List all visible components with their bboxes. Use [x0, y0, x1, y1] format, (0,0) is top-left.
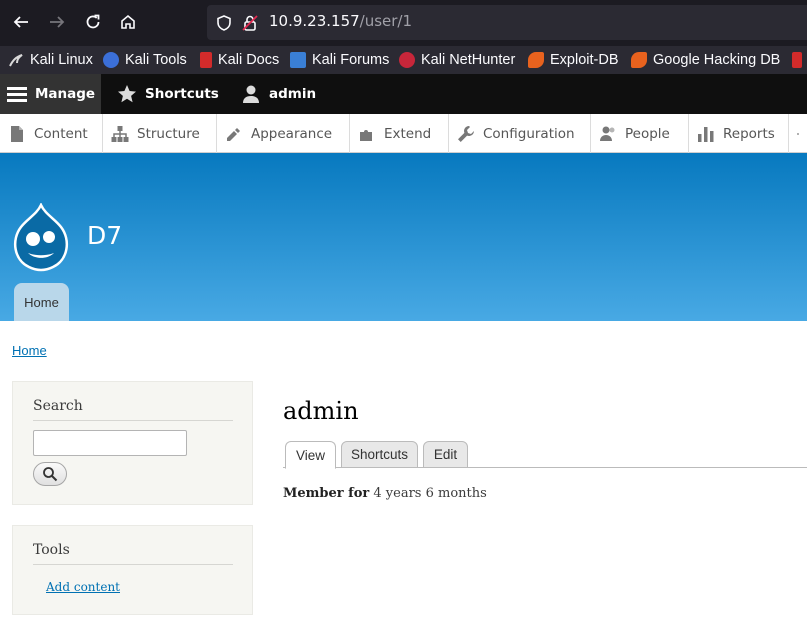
bookmark-google-hacking-db[interactable]: Google Hacking DB	[631, 50, 780, 70]
reports-icon	[698, 126, 714, 142]
drupal-logo-icon[interactable]	[11, 203, 71, 273]
kali-forums-icon	[290, 52, 306, 68]
kali-tools-icon	[103, 52, 119, 68]
tray-reports[interactable]: Reports	[689, 114, 789, 153]
bookmark-kali-tools[interactable]: Kali Tools	[103, 50, 187, 70]
admin-toolbar-tray: Content Structure Appearance Extend Conf…	[0, 114, 807, 153]
divider	[33, 564, 233, 565]
url-text[interactable]: 10.9.23.157/user/1	[269, 12, 412, 30]
tray-help[interactable]	[789, 114, 807, 153]
breadcrumb[interactable]: Home	[12, 343, 47, 358]
tray-configuration[interactable]: Configuration	[449, 114, 591, 153]
tray-extend[interactable]: Extend	[350, 114, 449, 153]
appearance-icon	[227, 127, 240, 141]
tools-block-title: Tools	[33, 542, 70, 558]
arrow-left-icon	[13, 16, 28, 28]
wrench-icon	[458, 125, 474, 142]
toolbar-shortcuts[interactable]: Shortcuts	[117, 74, 219, 114]
ghdb-icon	[631, 52, 647, 68]
bookmark-exploit-db[interactable]: Exploit-DB	[528, 50, 619, 70]
kali-docs-icon	[200, 52, 212, 68]
reload-button[interactable]	[80, 9, 106, 35]
bookmark-overflow[interactable]	[792, 50, 807, 70]
tray-content[interactable]: Content	[0, 114, 103, 153]
bookmark-kali-docs[interactable]: Kali Docs	[200, 50, 279, 70]
shield-icon[interactable]	[215, 14, 233, 32]
main-menu-home[interactable]: Home	[14, 283, 69, 321]
site-header: D7 Home	[0, 153, 807, 321]
divider	[33, 420, 233, 421]
tools-block: Tools Add content	[12, 525, 253, 615]
search-button[interactable]	[33, 462, 67, 486]
add-content-link[interactable]: Add content	[46, 580, 120, 594]
people-icon	[600, 126, 615, 141]
browser-toolbar: 10.9.23.157/user/1	[0, 0, 807, 46]
admin-toolbar: Manage Shortcuts admin	[0, 74, 807, 114]
home-button[interactable]	[115, 9, 141, 35]
site-name[interactable]: D7	[87, 221, 122, 250]
kali-dragon-icon	[8, 52, 24, 68]
tray-people[interactable]: People	[591, 114, 689, 153]
member-for-label: Member for	[283, 486, 370, 501]
user-icon	[243, 85, 259, 103]
tray-appearance[interactable]: Appearance	[217, 114, 350, 153]
nethunter-icon	[399, 52, 415, 68]
toolbar-user[interactable]: admin	[241, 74, 316, 114]
search-block: Search	[12, 381, 253, 505]
tab-edit[interactable]: Edit	[423, 441, 468, 468]
help-icon	[797, 132, 799, 135]
tab-view[interactable]: View	[285, 441, 336, 469]
back-button[interactable]	[8, 9, 34, 35]
member-for-value: 4 years 6 months	[373, 486, 487, 501]
reload-icon	[86, 14, 100, 29]
bookmark-kali-nethunter[interactable]: Kali NetHunter	[399, 50, 515, 70]
insecure-lock-icon[interactable]	[241, 14, 259, 32]
content-icon	[11, 125, 23, 142]
search-input[interactable]	[33, 430, 187, 456]
star-icon	[118, 85, 136, 103]
structure-icon	[111, 125, 129, 142]
bookmark-kali-linux[interactable]: Kali Linux	[8, 50, 93, 70]
page-title: admin	[283, 397, 359, 425]
home-icon	[121, 14, 135, 29]
toolbar-manage[interactable]: Manage	[0, 74, 101, 114]
search-block-title: Search	[33, 398, 83, 414]
tab-shortcuts[interactable]: Shortcuts	[341, 441, 418, 468]
url-bar[interactable]: 10.9.23.157/user/1	[207, 5, 807, 40]
search-icon	[43, 467, 58, 482]
forward-button[interactable]	[44, 9, 70, 35]
bookmarks-bar: Kali Linux Kali Tools Kali Docs Kali For…	[0, 46, 807, 74]
extend-icon	[360, 129, 372, 141]
member-for: Member for 4 years 6 months	[283, 486, 487, 501]
arrow-right-icon	[50, 16, 65, 28]
bookmark-kali-forums[interactable]: Kali Forums	[290, 50, 389, 70]
tray-structure[interactable]: Structure	[103, 114, 217, 153]
bookmark-cut-icon	[792, 52, 802, 68]
hamburger-icon	[7, 87, 27, 102]
exploit-db-icon	[528, 52, 544, 68]
